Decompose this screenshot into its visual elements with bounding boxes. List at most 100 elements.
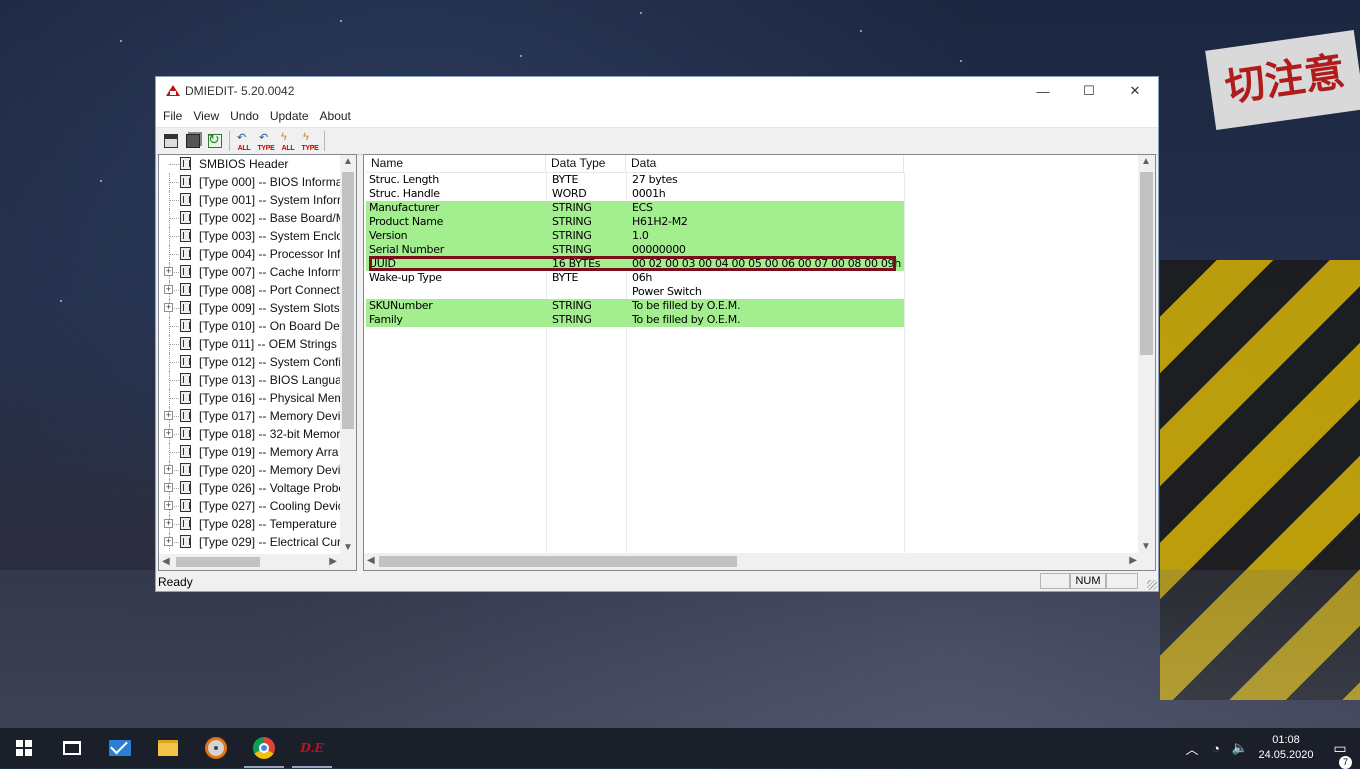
menu-update[interactable]: Update <box>266 109 313 123</box>
start-button[interactable] <box>0 728 48 768</box>
tree-item[interactable]: [Type 016] -- Physical Mem <box>159 389 356 407</box>
tree-item[interactable]: [Type 011] -- OEM Strings <box>159 335 356 353</box>
table-row[interactable]: Wake-up Type BYTE 06h <box>366 271 904 285</box>
cell-data-type: STRING <box>546 201 626 215</box>
expand-icon[interactable]: + <box>164 465 173 474</box>
table-row[interactable]: SKUNumber STRING To be filled by O.E.M. <box>366 299 904 313</box>
expand-icon[interactable]: + <box>164 285 173 294</box>
tree-horizontal-scrollbar[interactable]: ◀ ▶ <box>159 554 340 570</box>
tree-item[interactable]: + [Type 018] -- 32-bit Memor <box>159 425 356 443</box>
tree-item[interactable]: + [Type 009] -- System Slots <box>159 299 356 317</box>
column-header-data-type[interactable]: Data Type <box>546 155 626 172</box>
chevron-up-icon[interactable]: ︿ <box>1180 739 1204 758</box>
scroll-down-icon[interactable]: ▼ <box>343 542 353 553</box>
table-row[interactable]: Serial Number STRING 00000000 <box>366 243 904 257</box>
volume-icon[interactable]: 🔈 <box>1228 740 1252 756</box>
type-tree[interactable]: SMBIOS Header [Type 000] -- BIOS Informa [… <box>158 154 357 571</box>
table-row[interactable]: Version STRING 1.0 <box>366 229 904 243</box>
scroll-up-icon[interactable]: ▲ <box>343 156 353 167</box>
cell-name: Struc. Length <box>369 173 439 186</box>
mail-app[interactable] <box>96 728 144 768</box>
column-header-name[interactable]: Name <box>366 155 546 172</box>
list-vertical-thumb[interactable] <box>1140 172 1153 355</box>
table-row[interactable]: Family STRING To be filled by O.E.M. <box>366 313 904 327</box>
table-row[interactable]: Power Switch <box>366 285 904 299</box>
tree-item[interactable]: [Type 002] -- Base Board/M <box>159 209 356 227</box>
menu-view[interactable]: View <box>189 109 223 123</box>
expand-icon[interactable]: + <box>164 303 173 312</box>
save-all-button[interactable] <box>182 130 204 152</box>
expand-icon[interactable]: + <box>164 411 173 420</box>
reload-button[interactable] <box>204 130 226 152</box>
task-view-button[interactable] <box>48 728 96 768</box>
scroll-left-icon[interactable]: ◀ <box>367 555 375 566</box>
tree-item[interactable]: + [Type 007] -- Cache Inform <box>159 263 356 281</box>
tree-vertical-thumb[interactable] <box>342 172 354 429</box>
scroll-left-icon[interactable]: ◀ <box>162 556 170 567</box>
tree-horizontal-thumb[interactable] <box>176 557 260 567</box>
scroll-right-icon[interactable]: ▶ <box>329 556 337 567</box>
chrome-app[interactable] <box>240 728 288 768</box>
minimize-button[interactable]: — <box>1020 77 1066 105</box>
tree-item[interactable]: [Type 001] -- System Inforr <box>159 191 356 209</box>
table-row[interactable]: Struc. Length BYTE 27 bytes <box>366 173 904 187</box>
action-center-button[interactable]: ▭ 7 <box>1320 740 1360 769</box>
table-row[interactable]: Product Name STRING H61H2-M2 <box>366 215 904 229</box>
menu-file[interactable]: File <box>159 109 186 123</box>
scroll-down-icon[interactable]: ▼ <box>1141 541 1151 552</box>
resize-grip[interactable] <box>1147 580 1157 590</box>
tree-item[interactable]: + [Type 026] -- Voltage Probe <box>159 479 356 497</box>
tree-item[interactable]: + [Type 017] -- Memory Devi <box>159 407 356 425</box>
field-list[interactable]: Name Data Type Data Struc. Length BYTE 27 … <box>363 154 1156 571</box>
menu-undo[interactable]: Undo <box>226 109 263 123</box>
list-horizontal-thumb[interactable] <box>379 556 737 567</box>
clock[interactable]: 01:08 24.05.2020 <box>1252 733 1320 763</box>
expand-icon[interactable]: + <box>164 519 173 528</box>
uuid-highlight-box <box>369 256 896 271</box>
table-row[interactable]: Manufacturer STRING ECS <box>366 201 904 215</box>
expand-icon[interactable]: + <box>164 429 173 438</box>
undo-all-button[interactable]: ↶ ALL <box>233 130 255 152</box>
tree-item[interactable]: + [Type 008] -- Port Connect <box>159 281 356 299</box>
tree-item[interactable]: [Type 019] -- Memory Arra <box>159 443 356 461</box>
tree-item[interactable]: [Type 010] -- On Board Dev <box>159 317 356 335</box>
expand-icon[interactable]: + <box>164 501 173 510</box>
column-header-data[interactable]: Data <box>626 155 904 172</box>
expand-icon[interactable]: + <box>164 537 173 546</box>
tree-connector-line <box>169 218 179 219</box>
table-row[interactable]: Struc. Handle WORD 0001h <box>366 187 904 201</box>
expand-icon[interactable]: + <box>164 267 173 276</box>
close-button[interactable]: ✕ <box>1112 77 1158 105</box>
scroll-up-icon[interactable]: ▲ <box>1141 156 1151 167</box>
update-type-button[interactable]: ϟ TYPE <box>299 130 321 152</box>
list-vertical-scrollbar[interactable]: ▲ ▼ <box>1138 155 1155 554</box>
file-explorer-app[interactable] <box>144 728 192 768</box>
title-bar[interactable]: DMIEDIT- 5.20.0042 — ☐ ✕ <box>156 77 1158 105</box>
tree-item[interactable]: [Type 012] -- System Confi <box>159 353 356 371</box>
tree-item[interactable]: [Type 004] -- Processor Info <box>159 245 356 263</box>
save-button[interactable] <box>160 130 182 152</box>
scroll-right-icon[interactable]: ▶ <box>1129 555 1137 566</box>
tree-item[interactable]: [Type 003] -- System Enclo <box>159 227 356 245</box>
tree-connector-line <box>169 362 179 363</box>
tree-item[interactable]: + [Type 029] -- Electrical Curr <box>159 533 356 551</box>
network-icon[interactable]: ◔ <box>1204 741 1228 756</box>
tree-item[interactable]: + [Type 020] -- Memory Devi <box>159 461 356 479</box>
tree-item[interactable]: [Type 000] -- BIOS Informa <box>159 173 356 191</box>
dmiedit-app[interactable]: D.E <box>288 728 336 768</box>
media-app[interactable] <box>192 728 240 768</box>
undo-type-button[interactable]: ↶ TYPE <box>255 130 277 152</box>
list-horizontal-scrollbar[interactable]: ◀ ▶ <box>364 553 1140 570</box>
tree-item[interactable]: + [Type 027] -- Cooling Devic <box>159 497 356 515</box>
tree-item[interactable]: [Type 013] -- BIOS Languag <box>159 371 356 389</box>
update-all-button[interactable]: ϟ ALL <box>277 130 299 152</box>
expand-icon[interactable]: + <box>164 483 173 492</box>
tree-vertical-scrollbar[interactable]: ▲ ▼ <box>340 155 356 554</box>
menu-about[interactable]: About <box>316 109 355 123</box>
cell-data-type: STRING <box>546 313 626 327</box>
tree-connector-line <box>169 182 179 183</box>
tree-item[interactable]: SMBIOS Header <box>159 155 356 173</box>
table-node-icon <box>180 283 191 296</box>
maximize-button[interactable]: ☐ <box>1066 77 1112 105</box>
tree-item[interactable]: + [Type 028] -- Temperature <box>159 515 356 533</box>
